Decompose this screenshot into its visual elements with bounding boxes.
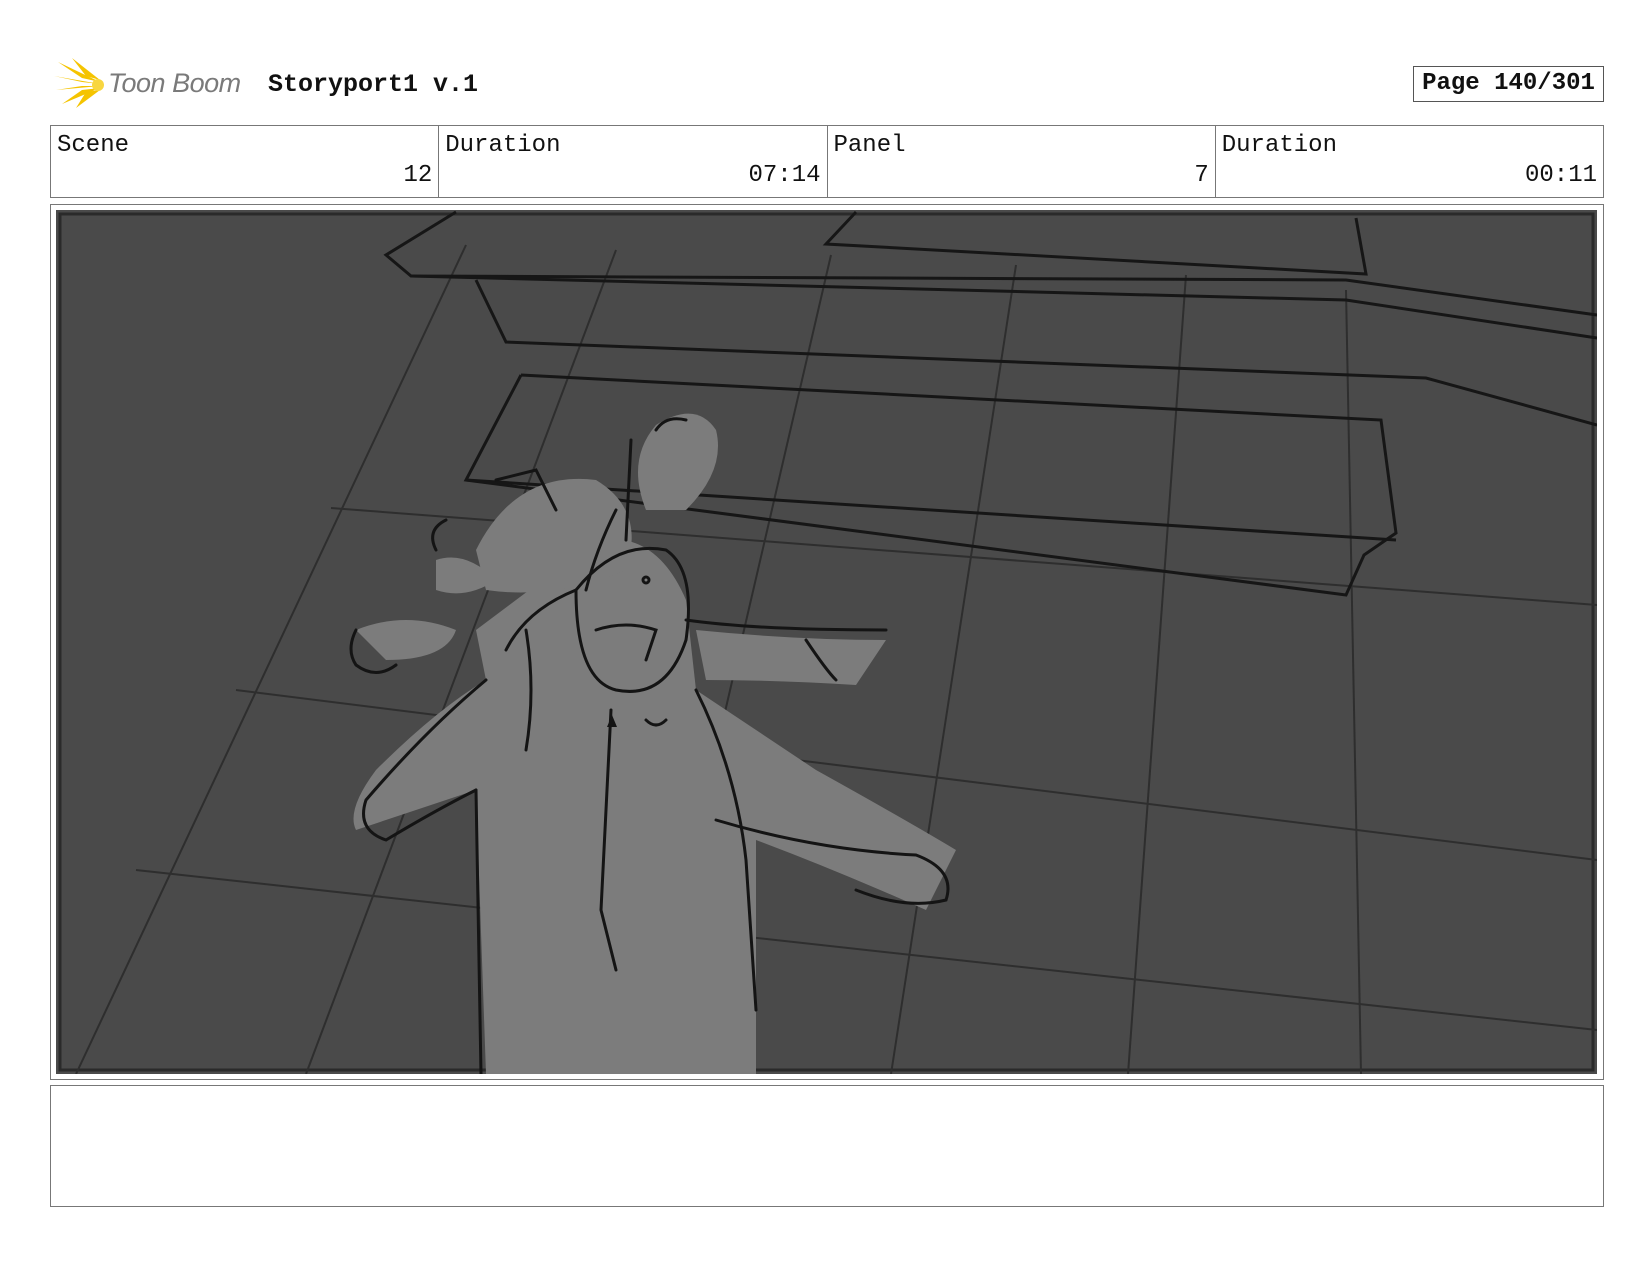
- scene-duration-label: Duration: [445, 132, 561, 159]
- toon-boom-logo: Toon Boom: [52, 56, 252, 112]
- scene-label: Scene: [57, 132, 130, 159]
- panel-duration-label: Duration: [1221, 132, 1337, 159]
- panel-duration-cell: Duration 00:11: [1216, 126, 1603, 197]
- scene-value: 12: [403, 162, 433, 189]
- scene-cell: Scene 12: [51, 126, 440, 197]
- panel-label: Panel: [833, 132, 906, 159]
- starburst-icon: [54, 58, 104, 108]
- storyboard-sketch: [56, 210, 1597, 1074]
- sketch-drawing: [56, 210, 1597, 1074]
- panel-value: 7: [1194, 162, 1209, 189]
- page-indicator: Page 140/301: [1413, 66, 1604, 102]
- scene-duration-cell: Duration 07:14: [439, 126, 828, 197]
- project-title: Storyport1 v.1: [268, 70, 479, 99]
- scene-info-table: Scene 12 Duration 07:14 Panel 7 Duration…: [50, 125, 1604, 198]
- panel-cell: Panel 7: [828, 126, 1216, 197]
- scene-duration-value: 07:14: [748, 162, 821, 189]
- storyboard-panel-frame: [50, 204, 1604, 1080]
- panel-notes-box: [50, 1085, 1604, 1207]
- panel-duration-value: 00:11: [1524, 162, 1597, 189]
- logo-text: Toon Boom: [108, 68, 241, 98]
